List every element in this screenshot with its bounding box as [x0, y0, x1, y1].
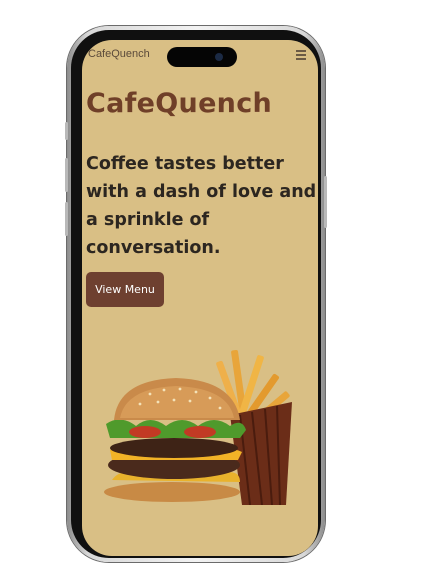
app-screen: CafeQuench CafeQuench Coffee tastes bett…	[82, 40, 318, 556]
phone-side-button	[65, 122, 68, 140]
hero-title: CafeQuench	[86, 88, 273, 119]
phone-bezel: CafeQuench CafeQuench Coffee tastes bett…	[71, 30, 321, 558]
phone-side-button	[324, 176, 327, 228]
phone-side-button	[65, 202, 68, 236]
hamburger-menu-icon[interactable]	[296, 50, 306, 62]
view-menu-button[interactable]: View Menu	[86, 272, 164, 307]
phone-frame: CafeQuench CafeQuench Coffee tastes bett…	[65, 26, 327, 562]
header-brand-link[interactable]: CafeQuench	[88, 48, 150, 60]
camera-icon	[215, 53, 223, 61]
dynamic-island	[167, 47, 237, 67]
burger-icon	[104, 378, 246, 502]
burger-and-fries-image	[104, 349, 292, 505]
hero-tagline: Coffee tastes better with a dash of love…	[86, 154, 317, 258]
phone-side-button	[65, 158, 68, 192]
